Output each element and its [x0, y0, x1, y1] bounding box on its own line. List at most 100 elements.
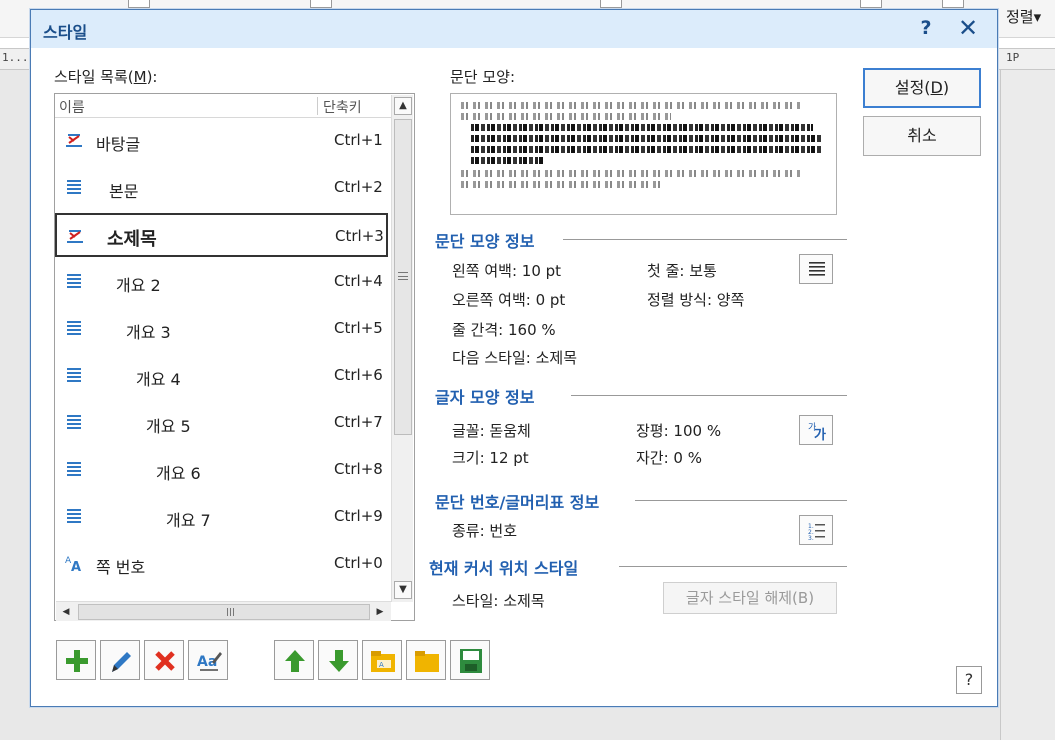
style-shortcut: Ctrl+6	[334, 366, 383, 384]
help-button[interactable]: ?	[915, 17, 937, 41]
toolbar-button[interactable]	[600, 0, 622, 8]
folder-style-icon: A	[371, 651, 395, 672]
scroll-right-button[interactable]: ▶	[372, 604, 388, 620]
style-list-item[interactable]: 개요 7 Ctrl+9	[56, 495, 389, 539]
set-button-label: 설정(	[894, 78, 931, 97]
move-up-button[interactable]	[274, 640, 314, 680]
column-separator[interactable]	[317, 97, 318, 115]
cancel-button[interactable]: 취소	[863, 116, 981, 156]
scroll-thumb[interactable]	[394, 119, 412, 435]
folder-icon	[415, 651, 439, 672]
font-info: 글꼴: 돋움체	[452, 422, 531, 440]
paragraph-style-icon	[65, 366, 83, 384]
style-shortcut: Ctrl+0	[334, 554, 383, 572]
edit-style-button[interactable]	[100, 640, 140, 680]
section-divider	[635, 500, 847, 501]
style-list-label-text: 스타일 목록(	[54, 68, 134, 86]
style-name: 쪽 번호	[96, 558, 146, 577]
style-name: 본문	[109, 182, 139, 201]
set-button[interactable]: 설정(D)	[863, 68, 981, 108]
scroll-up-button[interactable]: ▲	[394, 97, 412, 115]
paragraph-style-icon	[65, 460, 83, 478]
style-list-item[interactable]: 개요 5 Ctrl+7	[56, 401, 389, 445]
preview-text-line	[461, 170, 801, 177]
delete-style-button[interactable]	[144, 640, 184, 680]
paragraph-shape-button[interactable]	[799, 254, 833, 284]
svg-text:가: 가	[814, 428, 826, 443]
style-list-item[interactable]: 바탕글 Ctrl+1	[56, 119, 389, 163]
paragraph-style-icon	[65, 413, 83, 431]
numbering-button[interactable]: 1. 2. 3.	[799, 515, 833, 545]
numbering-info-heading: 문단 번호/글머리표 정보	[435, 493, 600, 512]
replace-style-button[interactable]: Aa	[188, 640, 228, 680]
dialog-titlebar[interactable]: 스타일 ? ✕	[31, 10, 997, 48]
style-list-item[interactable]: 소제목 Ctrl+3	[55, 213, 388, 257]
style-shortcut: Ctrl+8	[334, 460, 383, 478]
move-down-button[interactable]	[318, 640, 358, 680]
set-button-key: D	[930, 78, 943, 97]
ruler-left-marker: 1...	[2, 51, 29, 64]
dialog-title: 스타일	[43, 23, 88, 42]
toolbar-button[interactable]	[310, 0, 332, 8]
save-icon	[460, 649, 482, 673]
style-list-item[interactable]: 본문 Ctrl+2	[56, 166, 389, 210]
style-shortcut: Ctrl+9	[334, 507, 383, 525]
svg-text:3.: 3.	[808, 535, 814, 542]
svg-text:A: A	[71, 560, 81, 572]
clear-char-style-button[interactable]: 글자 스타일 해제(B)	[663, 582, 837, 614]
add-style-button[interactable]	[56, 640, 96, 680]
paragraph-style-icon	[65, 507, 83, 525]
plus-icon	[66, 650, 88, 672]
preview-text-line	[471, 146, 823, 153]
paragraph-preview	[450, 93, 837, 215]
style-shortcut: Ctrl+2	[334, 178, 383, 196]
numbering-kind-info: 종류: 번호	[452, 522, 518, 540]
style-list-hscroll[interactable]: ◀ ▶	[56, 601, 391, 621]
toolbar-checkbox[interactable]	[128, 0, 150, 8]
close-button[interactable]: ✕	[955, 15, 981, 41]
scroll-down-button[interactable]: ▼	[394, 581, 412, 599]
scroll-left-button[interactable]: ◀	[58, 604, 74, 620]
section-divider	[563, 239, 847, 240]
style-list-vscroll[interactable]: ▲ ▼	[391, 95, 413, 602]
style-list-label-key: M	[133, 68, 147, 86]
save-style-button[interactable]	[450, 640, 490, 680]
style-name: 바탕글	[96, 135, 141, 154]
hscroll-thumb[interactable]	[78, 604, 370, 620]
para-info-heading: 문단 모양 정보	[435, 232, 535, 251]
import-style-button[interactable]: A	[362, 640, 402, 680]
column-shortcut[interactable]: 단축키	[323, 97, 362, 117]
char-style-icon	[65, 131, 83, 149]
style-list[interactable]: 이름 단축키 바탕글 Ctrl+1 본문 Ctrl+2 소제목 Ctrl+3 개요 2 Ctr…	[54, 93, 415, 621]
arrange-menu[interactable]: 정렬▾	[1006, 6, 1041, 27]
style-list-item[interactable]: 개요 6 Ctrl+8	[56, 448, 389, 492]
paragraph-style-icon	[65, 272, 83, 290]
first-line-info: 첫 줄: 보통	[647, 262, 717, 280]
style-list-item[interactable]: AA 쪽 번호 Ctrl+0	[56, 542, 389, 586]
style-name: 소제목	[107, 229, 157, 250]
style-shortcut: Ctrl+1	[334, 131, 383, 149]
column-name[interactable]: 이름	[59, 97, 85, 117]
char-style-icon	[66, 227, 84, 245]
line-spacing-info: 줄 간격: 160 %	[452, 321, 556, 339]
style-list-item[interactable]: 개요 3 Ctrl+5	[56, 307, 389, 351]
section-divider	[571, 395, 847, 396]
style-list-header: 이름 단축키	[55, 94, 391, 118]
style-name: 개요 3	[126, 323, 171, 342]
toolbar-button[interactable]	[860, 0, 882, 8]
document-right-margin	[1000, 70, 1055, 740]
style-name: 개요 2	[116, 276, 161, 295]
alignment-info: 정렬 방식: 양쪽	[647, 291, 745, 309]
char-shape-button[interactable]: 가 가	[799, 415, 833, 445]
toolbar-button[interactable]	[942, 0, 964, 8]
style-list-item[interactable]: 개요 4 Ctrl+6	[56, 354, 389, 398]
corner-help-button[interactable]: ?	[956, 666, 982, 694]
preview-text-line	[461, 181, 661, 188]
style-list-item[interactable]: 개요 2 Ctrl+4	[56, 260, 389, 304]
numbered-list-icon: 1. 2. 3.	[808, 523, 825, 542]
delete-x-icon	[155, 651, 175, 671]
char-info-heading: 글자 모양 정보	[435, 388, 535, 407]
style-name: 개요 4	[136, 370, 181, 389]
open-folder-button[interactable]	[406, 640, 446, 680]
style-list-label: 스타일 목록(M):	[54, 66, 157, 87]
